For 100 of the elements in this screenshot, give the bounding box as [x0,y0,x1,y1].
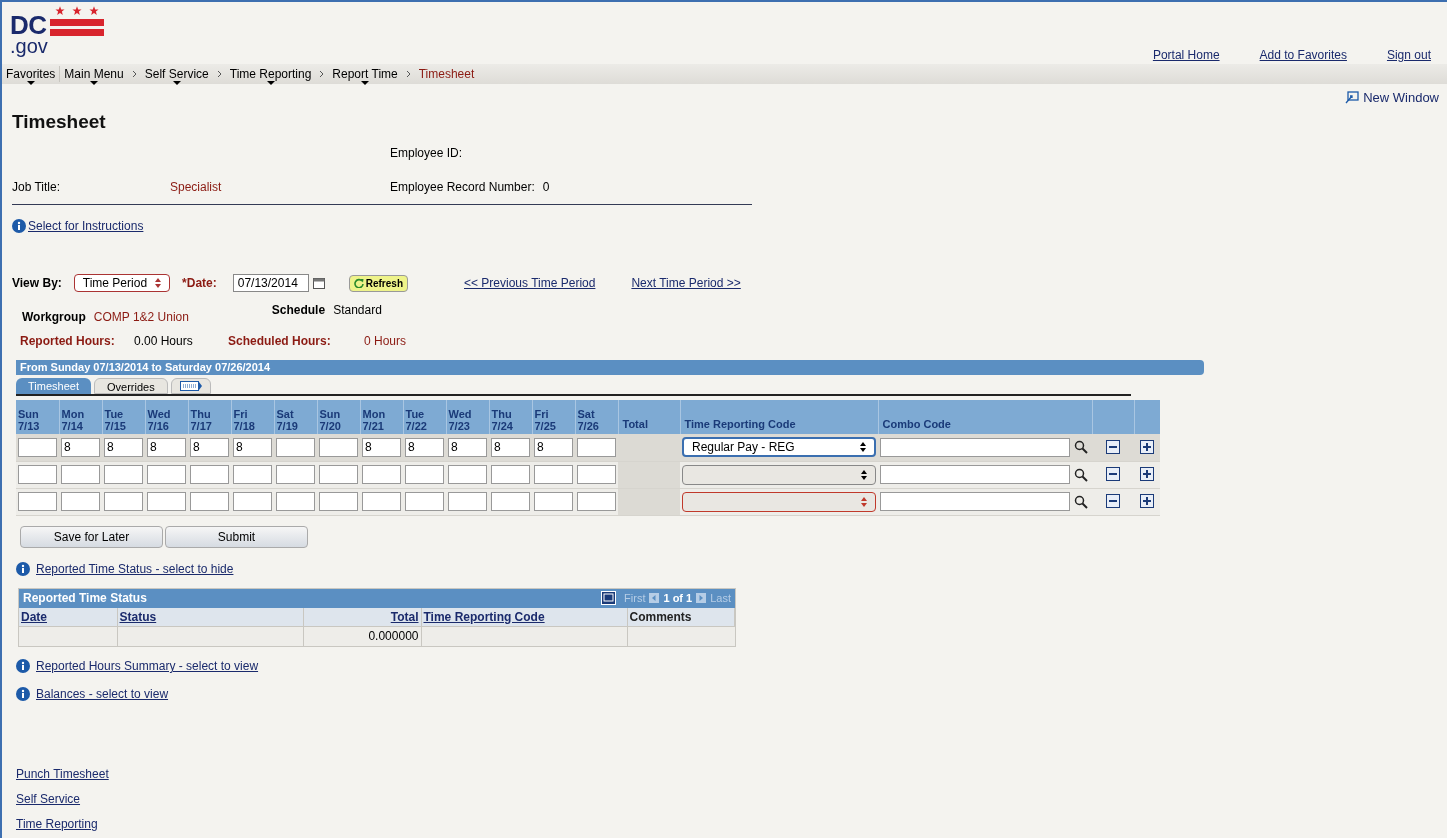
hours-field[interactable] [319,492,358,511]
updown-icon [155,278,162,288]
new-window-link[interactable]: New Window [1345,88,1439,108]
header-link[interactable]: Sign out [1386,46,1431,64]
column-header-link[interactable]: Status [119,609,157,624]
page-count: 1 of 1 [663,590,693,606]
hours-field[interactable] [276,465,315,484]
refresh-icon [353,278,364,288]
status-toggle-link[interactable]: Reported Time Status - select to hide [36,559,234,578]
header-link[interactable]: Portal Home [1152,46,1220,64]
info-link[interactable]: Reported Hours Summary - select to view [36,657,259,675]
hours-field[interactable] [319,437,358,457]
breadcrumb-item[interactable]: Self Service [144,63,209,85]
time-reporting-code-select[interactable]: Regular Pay - REG [682,437,876,458]
hours-field[interactable]: 8 [362,437,401,457]
combo-code-field[interactable] [880,492,1070,511]
hours-field[interactable]: 8 [190,437,229,457]
hours-field[interactable] [104,492,143,511]
hours-field[interactable]: 8 [147,437,186,457]
hours-field[interactable]: 8 [405,437,444,457]
breadcrumb-item[interactable]: Timesheet [418,63,475,85]
breadcrumb-item[interactable]: Time Reporting [229,63,312,85]
search-icon[interactable] [1074,494,1088,509]
info-link[interactable]: Balances - select to view [36,685,169,703]
instructions-link[interactable]: Select for Instructions [28,217,144,235]
dc-gov-logo[interactable]: DC .gov [10,6,105,56]
hours-field[interactable] [491,492,530,511]
add-row-button[interactable] [1140,467,1154,482]
view-by-select[interactable]: Time Period [73,274,171,292]
grid-view-tab[interactable] [170,378,211,394]
field-value: Specialist [170,179,223,196]
hours-field[interactable] [405,492,444,511]
field-label: Schedule [271,302,326,319]
time-reporting-code-select[interactable] [682,491,876,512]
breadcrumb-item[interactable]: Favorites [6,63,56,85]
hours-field[interactable] [147,492,186,511]
hours-field[interactable] [147,465,186,484]
table-cell: 0.000000 [368,629,419,644]
add-row-button[interactable] [1140,440,1154,454]
column-header-link[interactable]: Date [21,609,47,624]
previous-period-link[interactable]: << Previous Time Period [464,274,596,292]
hours-field[interactable] [276,437,315,457]
refresh-button[interactable]: Refresh [348,274,408,292]
hours-field[interactable]: 8 [104,437,143,457]
hours-field[interactable] [233,465,272,484]
hours-field[interactable] [276,492,315,511]
field-value: 0.00 Hours [134,333,194,350]
info-icon [16,687,30,701]
hours-field[interactable] [18,437,57,457]
hours-field[interactable] [104,465,143,484]
hours-field[interactable] [577,437,616,457]
combo-code-field[interactable] [880,437,1070,457]
column-header-link[interactable]: Total [390,609,419,624]
delete-row-button[interactable] [1106,494,1120,509]
date-field[interactable]: 07/13/2014 [232,274,309,292]
tab[interactable]: Overrides [93,378,168,394]
column-header: Comments [629,609,692,624]
hours-field[interactable]: 8 [448,437,487,457]
hours-field[interactable]: 8 [61,437,100,457]
hours-field[interactable] [577,465,616,484]
hours-field[interactable] [61,492,100,511]
hours-field[interactable]: 8 [534,437,573,457]
hours-field[interactable] [534,465,573,484]
hours-field[interactable] [319,465,358,484]
hours-field[interactable] [577,492,616,511]
hours-field[interactable] [405,465,444,484]
hours-field[interactable] [448,465,487,484]
footer-link[interactable]: Time Reporting [16,815,98,833]
column-header-link[interactable]: Time Reporting Code [423,609,545,624]
action-button[interactable]: Save for Later [20,525,163,548]
hours-field[interactable] [534,492,573,511]
header-link[interactable]: Add to Favorites [1259,46,1347,64]
search-icon[interactable] [1074,467,1088,482]
breadcrumb-item[interactable]: Report Time [332,63,398,85]
delete-row-button[interactable] [1106,467,1120,482]
hours-field[interactable] [233,492,272,511]
expand-icon[interactable] [601,591,617,605]
combo-code-field[interactable] [880,465,1070,484]
hours-field[interactable] [448,492,487,511]
hours-field[interactable] [18,492,57,511]
search-icon[interactable] [1074,440,1088,455]
hours-field[interactable] [18,465,57,484]
field-value: 0 Hours [364,333,407,350]
next-period-link[interactable]: Next Time Period >> [631,274,741,292]
hours-field[interactable] [61,465,100,484]
action-button[interactable]: Submit [165,525,308,548]
calendar-icon[interactable] [312,277,325,289]
hours-field[interactable] [190,492,229,511]
hours-field[interactable] [362,465,401,484]
add-row-button[interactable] [1140,494,1154,509]
hours-field[interactable] [362,492,401,511]
hours-field[interactable]: 8 [491,437,530,457]
delete-row-button[interactable] [1106,440,1120,454]
hours-field[interactable] [491,465,530,484]
footer-link[interactable]: Punch Timesheet [16,765,109,783]
hours-field[interactable]: 8 [233,437,272,457]
time-reporting-code-select[interactable] [682,464,876,485]
footer-link[interactable]: Self Service [16,790,81,808]
hours-field[interactable] [190,465,229,484]
breadcrumb-item[interactable]: Main Menu [64,63,124,85]
